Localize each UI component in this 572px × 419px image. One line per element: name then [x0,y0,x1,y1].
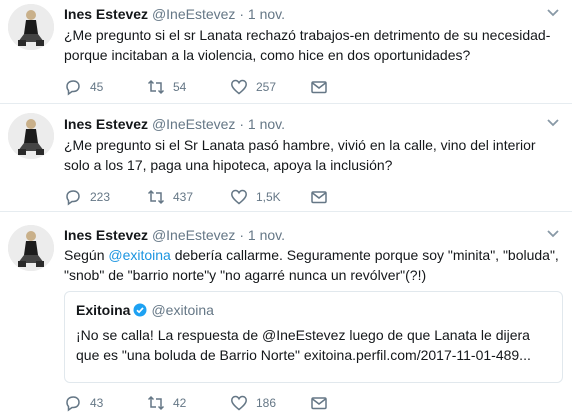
verified-icon [133,303,147,317]
quoted-tweet[interactable]: Exitoina @exitoina ¡No se calla! La resp… [64,291,563,383]
author-handle[interactable]: @IneEstevez [152,116,235,132]
retweet-icon [147,79,165,95]
tweet-text: ¿Me pregunto si el Sr Lanata pasó hambre… [64,137,536,173]
author-name[interactable]: Ines Estevez [64,6,148,22]
avatar[interactable] [8,113,54,159]
avatar[interactable] [8,4,54,50]
reply-count: 43 [90,396,104,410]
reply-icon [66,396,80,412]
like-count: 257 [256,80,277,94]
author-handle[interactable]: @IneEstevez [152,227,235,243]
reply-button[interactable]: 223 [64,187,110,207]
message-icon [311,397,327,410]
chevron-down-icon[interactable] [546,118,560,128]
separator-dot: · [239,227,244,243]
author-name[interactable]: Ines Estevez [64,227,148,243]
tweet[interactable]: Ines Estevez @IneEstevez · 1 nov. Según … [0,212,572,419]
mention-link[interactable]: @exitoina [108,247,170,263]
retweet-button[interactable]: 42 [147,393,186,413]
avatar[interactable] [8,225,54,271]
direct-message-button[interactable] [310,187,336,207]
reply-count: 45 [90,80,104,94]
retweet-count: 437 [173,190,194,204]
reply-count: 223 [90,190,111,204]
tweet-header: Ines Estevez @IneEstevez · 1 nov. [64,227,285,243]
tweet-timestamp[interactable]: 1 nov. [248,116,285,132]
chevron-down-icon[interactable] [546,8,560,18]
like-button[interactable]: 186 [230,393,276,413]
message-icon [311,81,327,94]
retweet-count: 42 [173,396,187,410]
retweet-button[interactable]: 54 [147,77,186,97]
reply-icon [66,190,80,206]
reply-icon [66,80,80,96]
retweet-icon [147,395,165,411]
like-icon [231,79,247,95]
message-icon [311,191,327,204]
quoted-tweet-text: ¡No se calla! La respuesta de @IneEsteve… [76,327,531,363]
direct-message-button[interactable] [310,77,336,97]
author-name[interactable]: Ines Estevez [64,116,148,132]
quoted-author-handle: @exitoina [151,302,214,318]
retweet-icon [147,189,165,205]
tweet[interactable]: Ines Estevez @IneEstevez · 1 nov. ¿Me pr… [0,0,572,104]
tweet-header: Ines Estevez @IneEstevez · 1 nov. [64,116,285,132]
author-handle[interactable]: @IneEstevez [152,6,235,22]
tweet-timestamp[interactable]: 1 nov. [248,227,285,243]
reply-button[interactable]: 45 [64,77,103,97]
direct-message-button[interactable] [310,393,336,413]
separator-dot: · [239,116,244,132]
tweet-text: Según @exitoina debería callarme. Segura… [64,245,559,285]
like-button[interactable]: 257 [230,77,276,97]
quoted-tweet-header: Exitoina @exitoina [76,302,214,318]
tweet-text-start: Según [64,247,109,263]
like-icon [231,189,247,205]
retweet-button[interactable]: 437 [147,187,193,207]
chevron-down-icon[interactable] [546,229,560,239]
tweet-text: ¿Me pregunto si el sr Lanata rechazó tra… [64,27,551,63]
like-icon [231,395,247,411]
separator-dot: · [239,6,244,22]
like-count: 1,5K [256,190,281,204]
like-count: 186 [256,396,277,410]
like-button[interactable]: 1,5K [230,187,281,207]
retweet-count: 54 [173,80,187,94]
tweet-timestamp[interactable]: 1 nov. [248,6,285,22]
reply-button[interactable]: 43 [64,393,103,413]
tweet-header: Ines Estevez @IneEstevez · 1 nov. [64,6,285,22]
quoted-author-name: Exitoina [76,302,131,318]
tweet[interactable]: Ines Estevez @IneEstevez · 1 nov. ¿Me pr… [0,104,572,212]
